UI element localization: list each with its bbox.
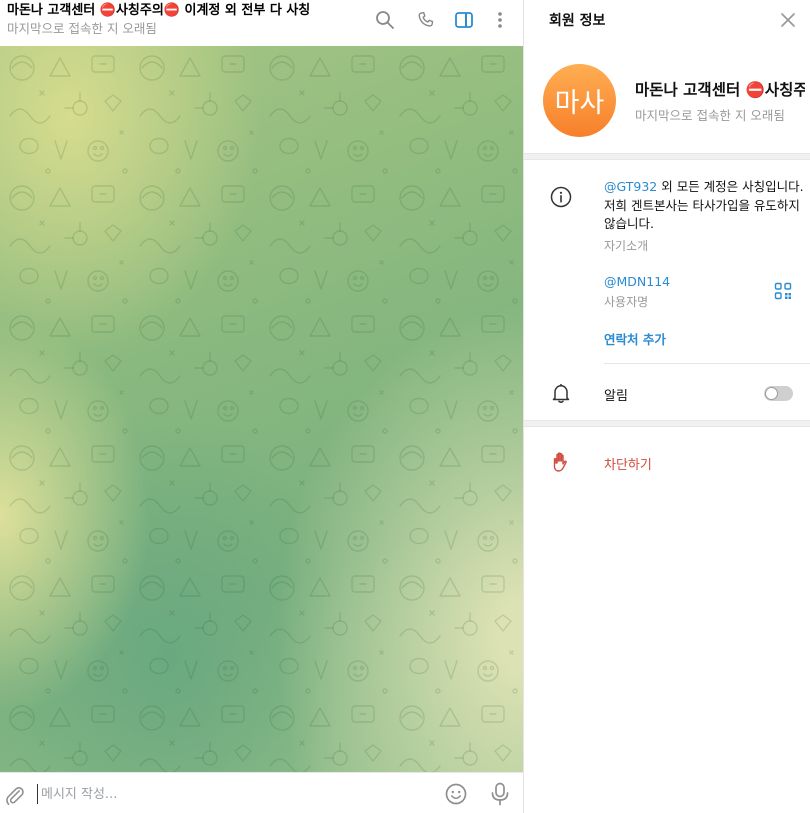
chat-area: 마돈나 고객센터 ⛔사칭주의⛔ 이계정 외 전부 다 사칭 마지막으로 접속한 … (0, 0, 523, 813)
message-composer (0, 772, 523, 813)
bio-text: @GT932 외 모든 계정은 사칭입니다. 저희 겐트본사는 타사가입을 유도… (604, 178, 804, 234)
hand-stop-icon (549, 450, 573, 474)
profile-name: 마돈나 고객센터 ⛔사칭주의⛔ 이계정 외 전부 다 사칭 (635, 81, 805, 99)
telegram-window: 마돈나 고객센터 ⛔사칭주의⛔ 이계정 외 전부 다 사칭 마지막으로 접속한 … (0, 0, 810, 813)
panel-title: 회원 정보 (549, 13, 606, 29)
search-icon[interactable] (374, 9, 396, 31)
bell-icon (549, 381, 573, 405)
toggle-knob (765, 387, 778, 400)
block-user-button[interactable]: 차단하기 (604, 454, 652, 473)
close-icon[interactable] (779, 11, 797, 29)
username-label: 사용자명 (604, 295, 649, 309)
user-info-panel: 회원 정보 마사 마돈나 고객센터 ⛔사칭주의⛔ 이계정 외 전부 다 사칭 마… (523, 0, 810, 813)
microphone-icon[interactable] (488, 782, 512, 806)
info-icon (549, 185, 573, 209)
row-divider (604, 363, 810, 364)
chat-status: 마지막으로 접속한 지 오래됨 (7, 21, 157, 36)
qr-code-icon[interactable] (774, 282, 794, 302)
wallpaper-doodles (0, 46, 523, 772)
username[interactable]: @MDN114 (604, 274, 670, 289)
avatar-initials: 마사 (554, 88, 605, 119)
phone-icon[interactable] (415, 9, 437, 31)
more-vertical-icon[interactable] (489, 9, 511, 31)
bio-mention-link[interactable]: @GT932 (604, 179, 657, 194)
profile-status: 마지막으로 접속한 지 오래됨 (635, 108, 785, 123)
notifications-label: 알림 (604, 389, 628, 404)
section-divider (524, 153, 810, 160)
add-contact-button[interactable]: 연락처 추가 (604, 329, 666, 348)
bio-label: 자기소개 (604, 239, 649, 253)
message-input[interactable] (37, 784, 427, 804)
chat-wallpaper (0, 46, 523, 772)
chat-title[interactable]: 마돈나 고객센터 ⛔사칭주의⛔ 이계정 외 전부 다 사칭 (7, 2, 367, 20)
chat-header[interactable]: 마돈나 고객센터 ⛔사칭주의⛔ 이계정 외 전부 다 사칭 마지막으로 접속한 … (0, 0, 523, 46)
avatar[interactable]: 마사 (543, 64, 616, 137)
sidebar-toggle-icon[interactable] (453, 9, 475, 31)
notifications-toggle[interactable] (764, 386, 793, 401)
attach-icon[interactable] (3, 784, 27, 808)
section-divider (524, 420, 810, 427)
emoji-icon[interactable] (444, 782, 468, 806)
